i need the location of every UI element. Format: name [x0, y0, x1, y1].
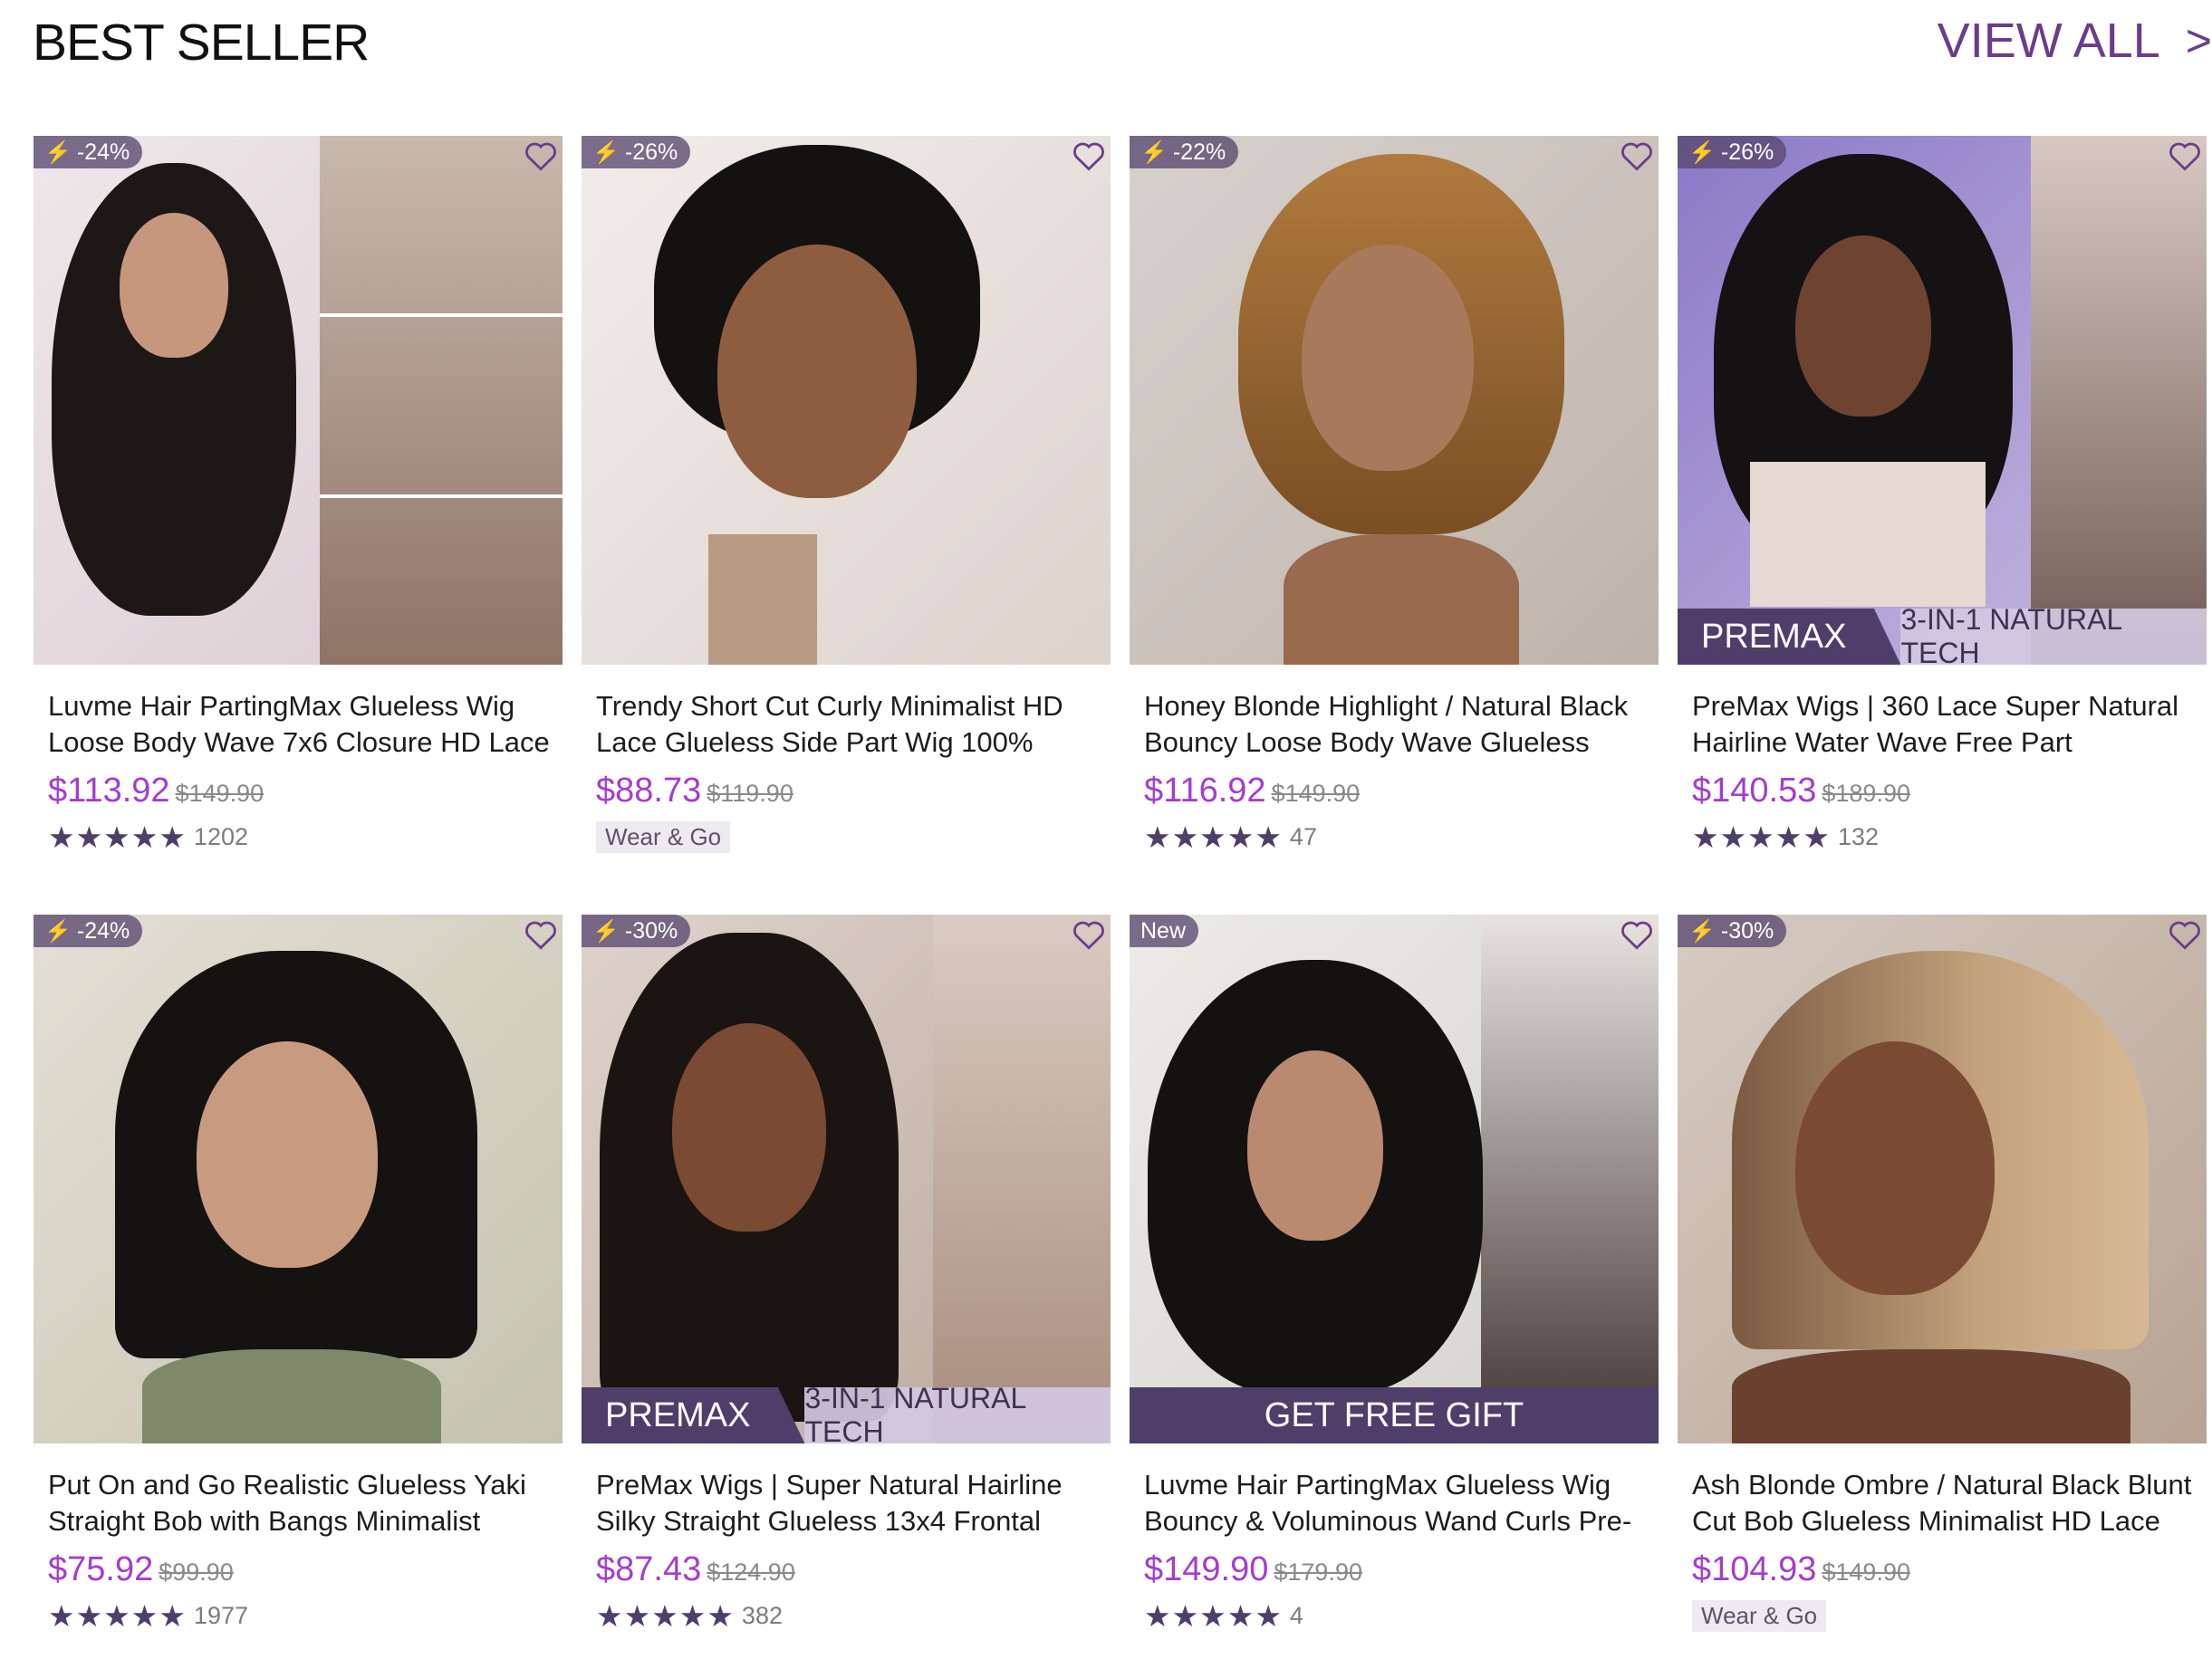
lightning-icon: ⚡ [44, 139, 72, 165]
rating: ★★★★★ 47 [1144, 820, 1659, 855]
wishlist-heart-icon[interactable] [1069, 136, 1109, 176]
product-title[interactable]: Trendy Short Cut Curly Minimalist HD Lac… [596, 688, 1100, 761]
sale-price: $149.90 [1144, 1550, 1269, 1588]
discount-badge: ⚡ -22% [1130, 136, 1239, 168]
original-price: $124.90 [707, 1558, 795, 1586]
lightning-icon: ⚡ [1140, 139, 1168, 165]
wishlist-heart-icon[interactable] [521, 915, 561, 954]
wishlist-heart-icon[interactable] [521, 136, 561, 176]
sale-price: $88.73 [596, 772, 702, 810]
premax-banner: PREMAX 3-IN-1 NATURAL TECH [582, 1382, 1111, 1443]
sale-price: $140.53 [1692, 772, 1817, 810]
lightning-icon: ⚡ [592, 918, 620, 944]
wear-and-go-tag: Wear & Go [1692, 1600, 1827, 1632]
product-title[interactable]: PreMax Wigs | Super Natural Hairline Sil… [596, 1467, 1100, 1539]
rating: ★★★★★ 4 [1144, 1598, 1659, 1634]
product-card[interactable]: ⚡ -30% Ash Blonde Ombre / Natural Black B… [1678, 915, 2207, 1634]
review-count: 47 [1289, 823, 1317, 850]
product-card[interactable]: PREMAX 3-IN-1 NATURAL TECH ⚡ -30% PreMax W… [582, 915, 1111, 1634]
product-card[interactable]: ⚡ -26% Trendy Short Cut Curly Minimalist … [582, 136, 1111, 855]
rating: ★★★★★ 382 [596, 1598, 1111, 1634]
rating: ★★★★★ 132 [1692, 820, 2207, 855]
product-image[interactable]: ⚡ -24% [34, 136, 563, 665]
review-count: 1977 [193, 1602, 248, 1629]
wear-and-go-tag: Wear & Go [596, 821, 731, 853]
sale-price: $75.92 [48, 1550, 154, 1588]
star-rating-icon: ★★★★★ [1144, 820, 1283, 854]
review-count: 1202 [193, 823, 248, 850]
product-title[interactable]: PreMax Wigs | 360 Lace Super Natural Hai… [1692, 688, 2196, 761]
lightning-icon: ⚡ [44, 918, 72, 944]
rating: ★★★★★ 1977 [48, 1598, 563, 1634]
discount-badge: ⚡ -30% [1678, 915, 1787, 947]
review-count: 382 [741, 1602, 783, 1629]
sale-price: $116.92 [1144, 772, 1266, 810]
product-card[interactable]: ⚡ -22% Honey Blonde Highlight / Natural B… [1130, 136, 1659, 855]
review-count: 4 [1289, 1602, 1303, 1629]
product-title[interactable]: Put On and Go Realistic Glueless Yaki St… [48, 1467, 552, 1539]
product-image[interactable]: PREMAX 3-IN-1 NATURAL TECH ⚡ -26% [1678, 136, 2207, 665]
sale-price: $113.92 [48, 772, 170, 810]
lightning-icon: ⚡ [1688, 139, 1716, 165]
product-image[interactable]: ⚡ -22% [1130, 136, 1659, 665]
view-all-label: VIEW ALL [1937, 14, 2160, 68]
lightning-icon: ⚡ [1688, 918, 1716, 944]
lightning-icon: ⚡ [592, 139, 620, 165]
product-image[interactable]: GET FREE GIFT New [1130, 915, 1659, 1443]
discount-badge: ⚡ -24% [34, 136, 143, 168]
original-price: $189.90 [1822, 780, 1910, 807]
premax-banner: PREMAX 3-IN-1 NATURAL TECH [1678, 603, 2207, 665]
star-rating-icon: ★★★★★ [1144, 1599, 1283, 1633]
star-rating-icon: ★★★★★ [596, 1599, 735, 1633]
review-count: 132 [1837, 823, 1879, 850]
wishlist-heart-icon[interactable] [1069, 915, 1109, 954]
discount-badge: ⚡ -24% [34, 915, 143, 947]
free-gift-banner: GET FREE GIFT [1130, 1387, 1659, 1443]
product-image[interactable]: PREMAX 3-IN-1 NATURAL TECH ⚡ -30% [582, 915, 1111, 1443]
discount-badge: ⚡ -26% [1678, 136, 1787, 168]
product-image[interactable]: ⚡ -30% [1678, 915, 2207, 1443]
star-rating-icon: ★★★★★ [48, 820, 187, 854]
original-price: $99.90 [159, 1558, 234, 1586]
wishlist-heart-icon[interactable] [2165, 915, 2205, 954]
product-grid: ⚡ -24% Luvme Hair PartingMax Glueless Wig… [34, 136, 2212, 1634]
sale-price: $87.43 [596, 1550, 702, 1588]
product-title[interactable]: Honey Blonde Highlight / Natural Black B… [1144, 688, 1648, 761]
section-title: BEST SELLER [33, 14, 370, 72]
rating: ★★★★★ 1202 [48, 820, 563, 855]
chevron-right-icon: > [2185, 15, 2212, 66]
original-price: $119.90 [707, 780, 793, 807]
product-card[interactable]: GET FREE GIFT New Luvme Hair PartingMax … [1130, 915, 1659, 1634]
wishlist-heart-icon[interactable] [2165, 136, 2205, 176]
product-card[interactable]: ⚡ -24% Luvme Hair PartingMax Glueless Wig… [34, 136, 563, 855]
original-price: $179.90 [1274, 1558, 1362, 1586]
wishlist-heart-icon[interactable] [1617, 915, 1657, 954]
star-rating-icon: ★★★★★ [1692, 820, 1831, 854]
new-badge: New [1130, 915, 1199, 947]
product-title[interactable]: Ash Blonde Ombre / Natural Black Blunt C… [1692, 1467, 2196, 1539]
product-title[interactable]: Luvme Hair PartingMax Glueless Wig Bounc… [1144, 1467, 1648, 1539]
product-card[interactable]: PREMAX 3-IN-1 NATURAL TECH ⚡ -26% PreMax W… [1678, 136, 2207, 855]
product-card[interactable]: ⚡ -24% Put On and Go Realistic Glueless Y… [34, 915, 563, 1634]
sale-price: $104.93 [1692, 1550, 1817, 1588]
view-all-link[interactable]: VIEW ALL > [1938, 13, 2212, 69]
original-price: $149.90 [175, 780, 264, 807]
original-price: $149.90 [1822, 1558, 1910, 1586]
product-image[interactable]: ⚡ -24% [34, 915, 563, 1443]
product-image[interactable]: ⚡ -26% [582, 136, 1111, 665]
wishlist-heart-icon[interactable] [1617, 136, 1657, 176]
product-title[interactable]: Luvme Hair PartingMax Glueless Wig Loose… [48, 688, 552, 761]
star-rating-icon: ★★★★★ [48, 1599, 187, 1633]
original-price: $149.90 [1271, 780, 1361, 807]
discount-badge: ⚡ -30% [582, 915, 691, 947]
discount-badge: ⚡ -26% [582, 136, 691, 168]
